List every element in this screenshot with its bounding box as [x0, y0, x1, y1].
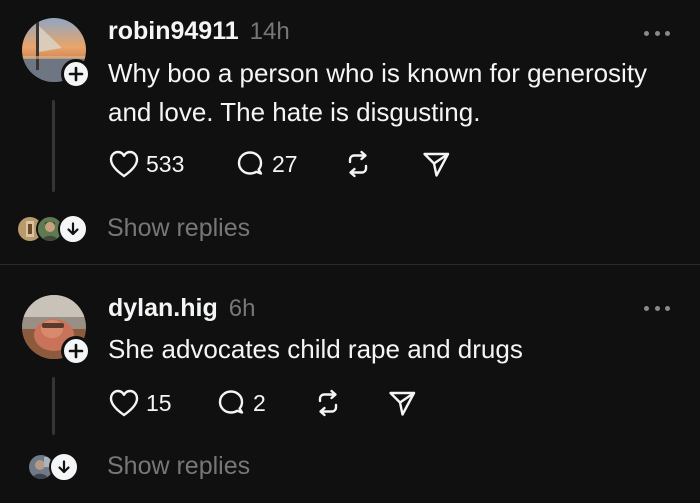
like-count: 533 [146, 150, 185, 177]
like-button[interactable]: 533 [108, 147, 184, 181]
share-button[interactable] [420, 147, 452, 181]
plus-icon [68, 343, 84, 359]
follow-button[interactable] [61, 336, 91, 366]
post-time: 14h [249, 18, 290, 45]
reply-avatars[interactable] [27, 451, 79, 483]
repost-button[interactable] [342, 147, 374, 181]
thread-line [52, 100, 55, 192]
like-count: 15 [146, 389, 172, 416]
thread-post: robin94911 14h Why boo a person who is k… [0, 0, 700, 264]
comment-count: 2 [253, 389, 266, 416]
comment-bubble-icon [218, 390, 244, 414]
username[interactable]: dylan.hig [108, 294, 218, 323]
repost-icon [318, 389, 338, 417]
arrow-down-icon [67, 222, 79, 236]
heart-icon [109, 389, 139, 417]
show-replies-link[interactable]: Show replies [107, 452, 250, 481]
comment-button[interactable]: 27 [234, 147, 298, 181]
comment-bubble-icon [237, 151, 263, 175]
thread-line [52, 377, 55, 435]
post-time: 6h [228, 295, 256, 322]
like-button[interactable]: 15 [108, 386, 172, 420]
comment-button[interactable]: 2 [215, 386, 266, 420]
username[interactable]: robin94911 [108, 17, 239, 46]
post-header: dylan.hig 6h [108, 294, 255, 323]
expand-replies-button[interactable] [49, 452, 79, 482]
more-options-icon[interactable] [644, 304, 670, 312]
reply-avatars[interactable] [16, 213, 88, 245]
expand-replies-button[interactable] [58, 214, 88, 244]
send-icon [389, 391, 416, 416]
post-header: robin94911 14h [108, 17, 290, 46]
arrow-down-icon [58, 460, 70, 474]
repost-button[interactable] [312, 386, 344, 420]
comment-count: 27 [272, 150, 298, 177]
repost-icon [348, 150, 368, 178]
share-button[interactable] [386, 386, 418, 420]
show-replies-link[interactable]: Show replies [107, 214, 250, 243]
post-text: She advocates child rape and drugs [108, 334, 523, 364]
thread-post: dylan.hig 6h She advocates child rape an… [0, 265, 700, 503]
plus-icon [68, 66, 84, 82]
more-options-icon[interactable] [644, 29, 670, 37]
follow-button[interactable] [61, 59, 91, 89]
heart-icon [109, 150, 139, 178]
send-icon [423, 152, 450, 177]
post-text: Why boo a person who is known for genero… [108, 58, 648, 127]
